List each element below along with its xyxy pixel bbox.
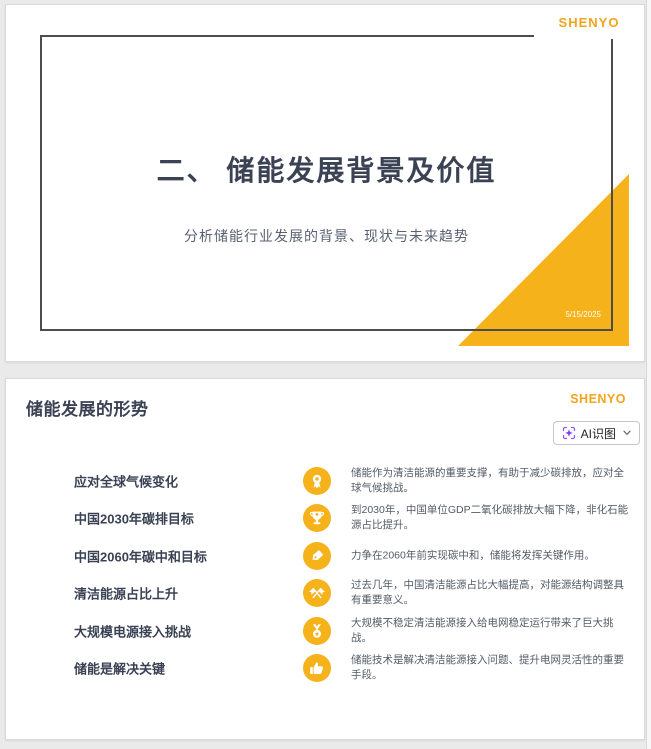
slide-1-canvas[interactable]: SHENYO 二、 储能发展背景及价值 分析储能行业发展的背景、现状与未来趋势 …	[5, 4, 645, 362]
ai-scan-icon	[562, 426, 576, 440]
scrollbar-track[interactable]	[646, 0, 651, 749]
list-item: 中国2060年碳中和目标 力争在2060年前实现碳中和，储能将发挥关键作用。	[6, 537, 644, 575]
list-item: 清洁能源占比上升 过去几年，中国清洁能源占比大幅提高，对能源结构调整具有重要意义…	[6, 575, 644, 613]
item-label: 中国2030年碳排目标	[74, 511, 194, 527]
thumbs-up-icon	[303, 654, 331, 683]
item-label: 应对全球气候变化	[74, 474, 179, 490]
ai-button-label: AI识图	[580, 426, 616, 441]
chevron-down-icon[interactable]	[623, 430, 631, 436]
award-icon	[303, 466, 331, 495]
item-label: 清洁能源占比上升	[74, 586, 179, 602]
medal-icon	[303, 616, 331, 645]
crossed-flags-icon	[303, 579, 331, 608]
item-description: 储能作为清洁能源的重要支撑，有助于减少碳排放，应对全球气候挑战。	[351, 466, 624, 494]
list-item: 中国2030年碳排目标 到2030年，中国单位GDP二氧化碳排放大幅下降，非化石…	[6, 500, 644, 538]
logo-patch: SHENYO	[534, 5, 644, 39]
item-description: 储能技术是解决清洁能源接入问题、提升电网灵活性的重要手段。	[351, 654, 624, 682]
section-title: 二、 储能发展背景及价值	[156, 155, 497, 186]
item-label: 中国2060年碳中和目标	[74, 549, 207, 565]
item-description: 力争在2060年前实现碳中和，储能将发挥关键作用。	[351, 549, 595, 562]
tag-icon	[303, 541, 331, 570]
feature-list: 应对全球气候变化 储能作为清洁能源的重要支撑，有助于减少碳排放，应对全球气候挑战…	[6, 462, 644, 687]
list-item: 大规模电源接入挑战 大规模不稳定清洁能源接入给电网稳定运行带来了巨大挑战。	[6, 612, 644, 650]
brand-logo: SHENYO	[558, 14, 620, 30]
item-description: 过去几年，中国清洁能源占比大幅提高，对能源结构调整具有重要意义。	[351, 579, 624, 607]
page-title: 储能发展的形势	[26, 400, 149, 419]
item-label: 储能是解决关键	[74, 661, 166, 677]
item-description: 到2030年，中国单位GDP二氧化碳排放大幅下降，非化石能源占比提升。	[351, 504, 629, 532]
list-item: 储能是解决关键 储能技术是解决清洁能源接入问题、提升电网灵活性的重要手段。	[6, 650, 644, 688]
brand-logo: SHENYO	[570, 392, 626, 406]
section-subtitle: 分析储能行业发展的背景、现状与未来趋势	[184, 228, 469, 244]
slide-date: 5/15/2025	[565, 310, 601, 319]
list-item: 应对全球气候变化 储能作为清洁能源的重要支撑，有助于减少碳排放，应对全球气候挑战…	[6, 462, 644, 500]
trophy-icon	[303, 504, 331, 533]
ai-recognize-button[interactable]: AI识图	[552, 421, 640, 445]
item-label: 大规模电源接入挑战	[74, 624, 192, 640]
item-description: 大规模不稳定清洁能源接入给电网稳定运行带来了巨大挑战。	[351, 616, 614, 644]
slide-2-canvas[interactable]: 储能发展的形势 SHENYO AI识图 应对全球气候变化 储能作为清洁能源的重要…	[5, 378, 645, 740]
